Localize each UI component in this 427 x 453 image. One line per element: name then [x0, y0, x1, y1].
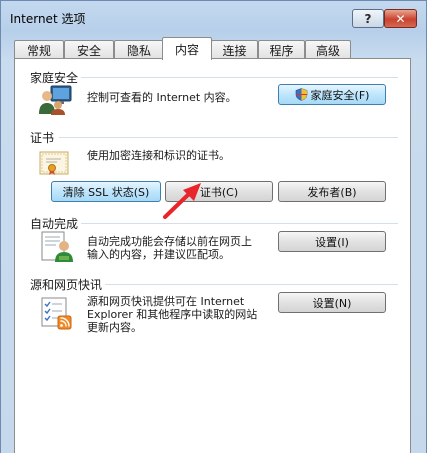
feeds-icon — [40, 296, 74, 330]
certificate-icon — [39, 149, 71, 177]
certificates-divider — [59, 137, 398, 138]
feeds-heading: 源和网页快讯 — [30, 278, 103, 292]
family-safety-button[interactable]: 家庭安全(F) — [278, 84, 386, 105]
close-button[interactable]: ✕ — [384, 9, 417, 28]
feeds-divider — [105, 284, 398, 285]
tab-content[interactable]: 内容 — [162, 37, 212, 60]
shield-icon — [295, 88, 307, 101]
window-title: Internet 选项 — [10, 12, 86, 26]
feeds-description-line3: 更新内容。 — [87, 321, 142, 334]
tab-privacy[interactable]: 隐私 — [114, 40, 164, 59]
tab-security[interactable]: 安全 — [64, 40, 114, 59]
feeds-settings-button[interactable]: 设置(N) — [278, 292, 386, 313]
help-button[interactable]: ? — [352, 9, 384, 28]
autocomplete-heading: 自动完成 — [30, 217, 79, 231]
certificates-heading: 证书 — [30, 131, 55, 145]
tab-programs[interactable]: 程序 — [258, 40, 305, 59]
autocomplete-description-line1: 自动完成功能会存储以前在网页上 — [87, 235, 252, 248]
autocomplete-icon — [40, 231, 74, 263]
family-safety-divider — [81, 77, 398, 78]
tab-connections[interactable]: 连接 — [211, 40, 258, 59]
certificates-description: 使用加密连接和标识的证书。 — [87, 149, 230, 162]
publishers-button[interactable]: 发布者(B) — [278, 181, 386, 202]
family-safety-description: 控制可查看的 Internet 内容。 — [87, 91, 237, 104]
feeds-description-line2: Explorer 和其他程序中读取的网站 — [87, 308, 258, 321]
family-safety-icon — [37, 84, 73, 116]
autocomplete-description-line2: 输入的内容，并建议匹配项。 — [87, 248, 230, 261]
annotation-arrow-icon — [163, 183, 201, 219]
autocomplete-divider — [81, 223, 398, 224]
feeds-description-line1: 源和网页快讯提供可在 Internet — [87, 295, 245, 308]
title-bar[interactable]: Internet 选项 ? ✕ — [1, 1, 426, 35]
clear-ssl-state-button[interactable]: 清除 SSL 状态(S) — [51, 181, 161, 202]
content-tab-panel: 家庭安全 控制可查看的 Internet 内容。 家庭安全(F) 证书 使用加密… — [14, 58, 411, 453]
internet-options-window: Internet 选项 ? ✕ 常规 安全 隐私 内容 连接 程序 高级 家庭安… — [0, 0, 427, 453]
autocomplete-settings-button[interactable]: 设置(I) — [278, 231, 386, 252]
tab-general[interactable]: 常规 — [14, 40, 64, 59]
tab-advanced[interactable]: 高级 — [305, 40, 351, 59]
family-safety-button-label: 家庭安全(F) — [310, 88, 370, 102]
